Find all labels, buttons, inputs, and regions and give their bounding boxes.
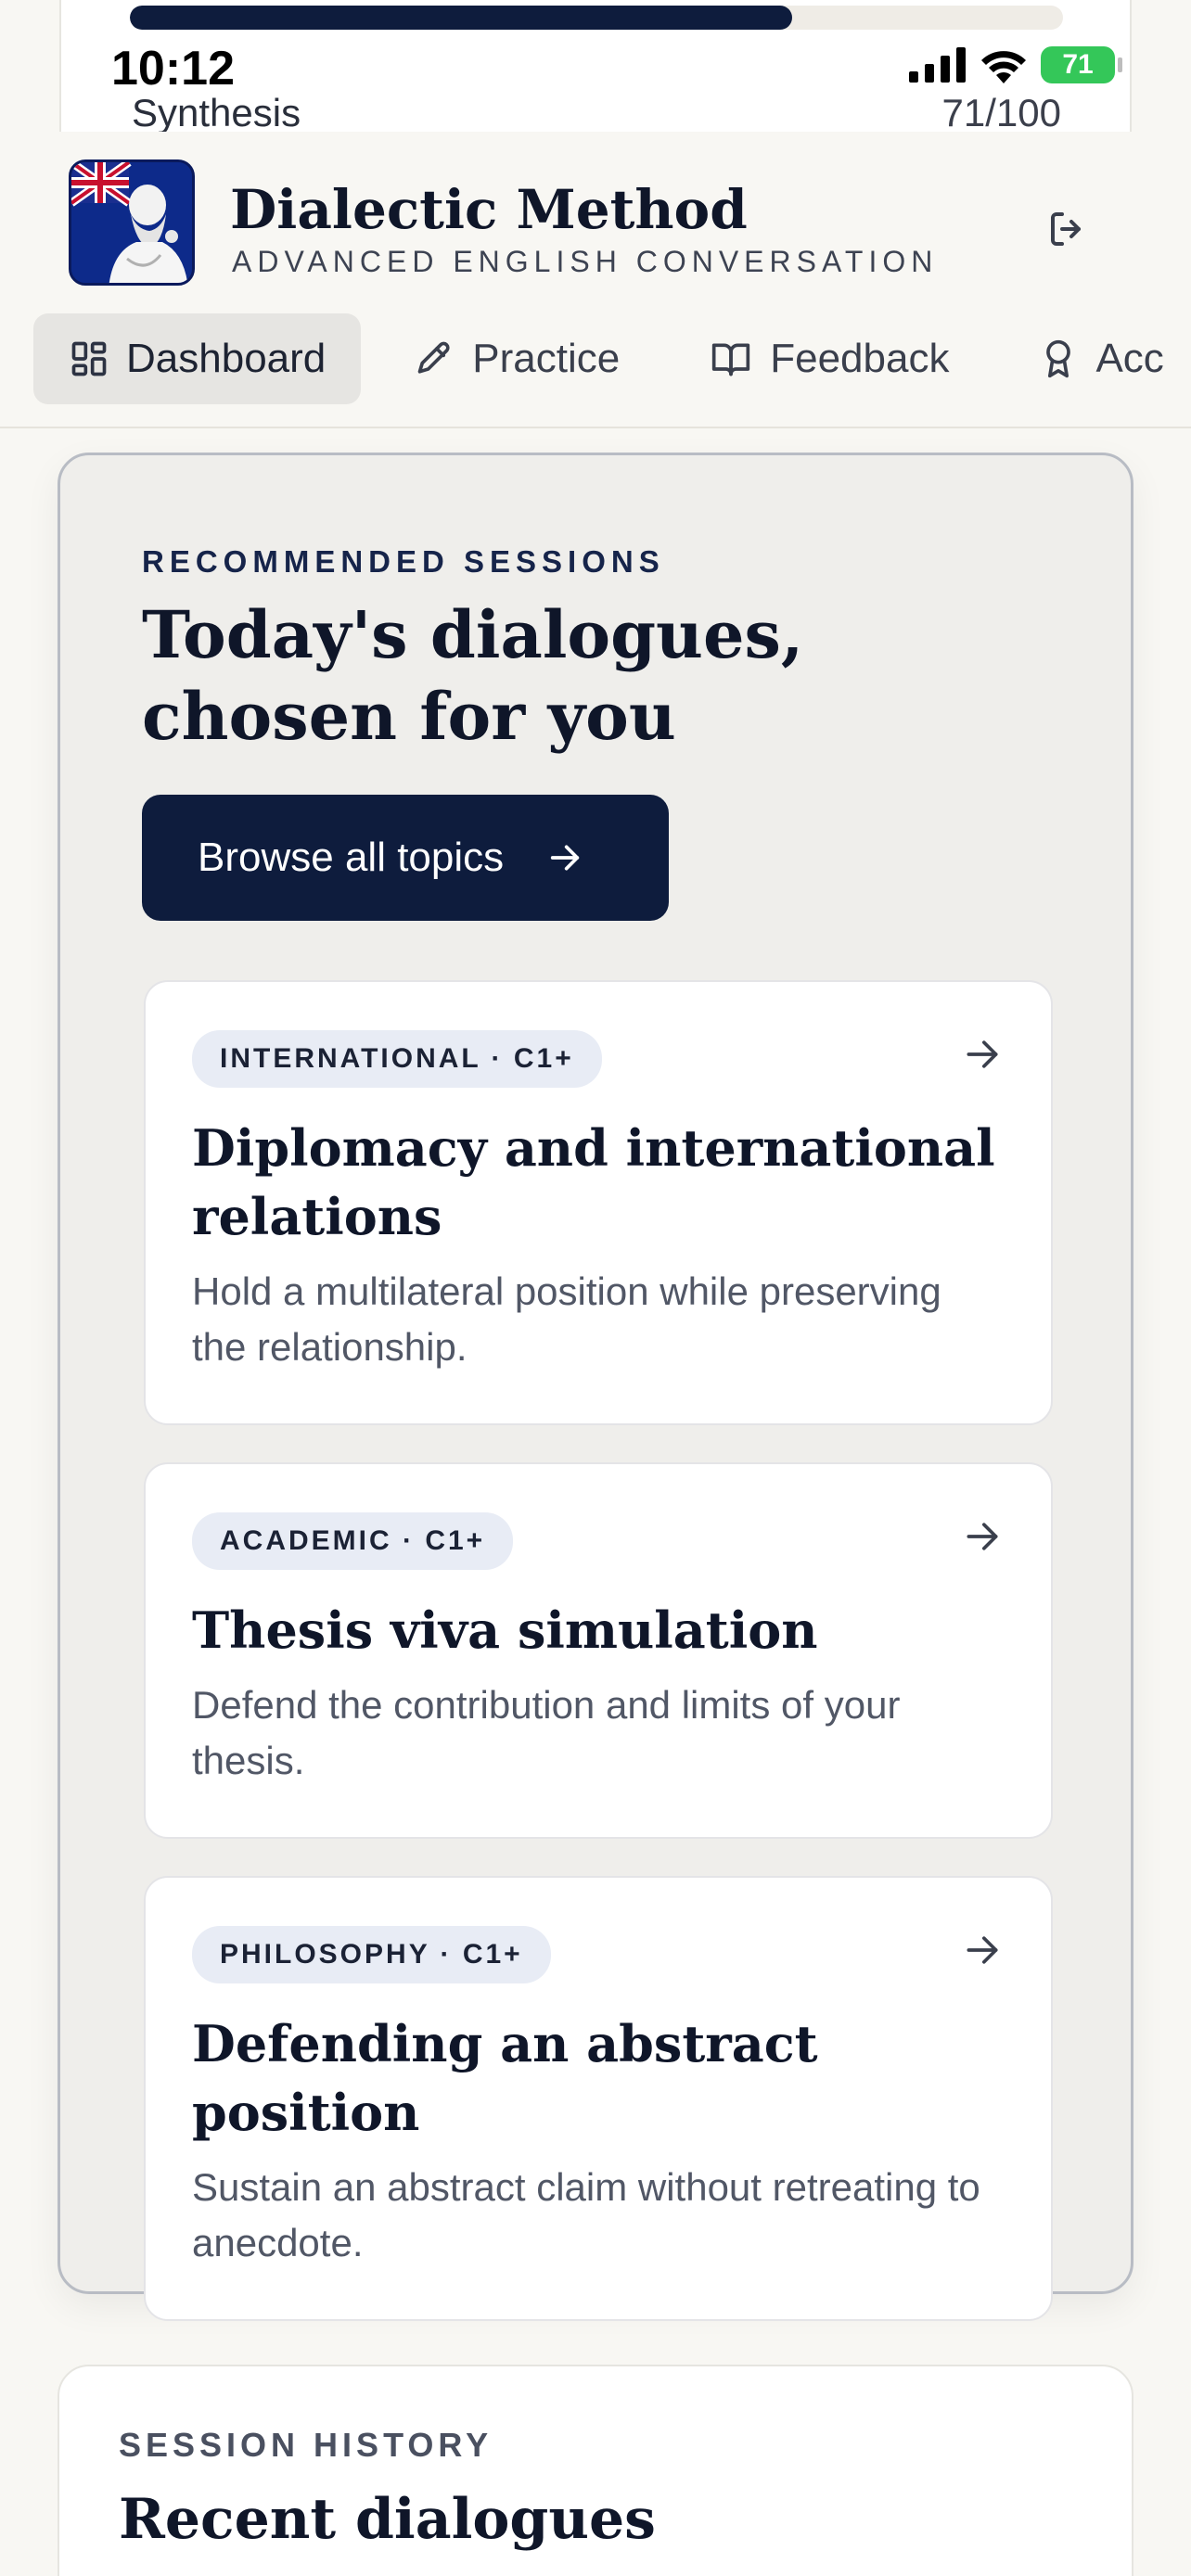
nav-tab-label: Dashboard [126,336,327,381]
nav-tab-label: Feedback [770,336,950,381]
progress-score: 71/100 [941,91,1061,134]
history-title: Recent dialogues [119,2487,656,2552]
session-tag: INTERNATIONAL · C1+ [192,1030,602,1088]
progress-bar-fill [130,6,793,30]
main-nav: Dashboard Practice Feedback Acc [33,313,1191,404]
arrow-right-icon [967,1040,998,1068]
browse-button-label: Browse all topics [198,835,505,880]
dashboard-icon [71,341,107,376]
session-description: Hold a multilateral position while prese… [192,1269,941,1369]
recommended-title: Today's dialogues, chosen for you [142,596,804,755]
philosopher-logo-icon [71,162,192,283]
session-tag: ACADEMIC · C1+ [192,1512,514,1570]
nav-tab-feedback[interactable]: Feedback [673,313,984,404]
nav-tab-dashboard[interactable]: Dashboard [33,313,362,404]
session-description: Sustain an abstract claim without retrea… [192,2165,980,2264]
session-title: Defending an abstract position [192,2014,818,2142]
app-header: Dialectic Method ADVANCED ENGLISH CONVER… [0,132,1191,428]
arrow-right-icon [550,845,580,871]
status-time: 10:12 [111,42,235,96]
history-eyebrow: SESSION HISTORY [119,2426,493,2464]
nav-tab-label: Acc [1095,336,1164,381]
session-card[interactable]: INTERNATIONAL · C1+ Diplomacy and intern… [144,980,1053,1425]
logout-icon [1051,212,1081,246]
recommended-eyebrow: RECOMMENDED SESSIONS [142,544,665,579]
session-title: Thesis viva simulation [192,1600,818,1660]
battery-icon: 71 [1041,46,1122,83]
wifi-icon [981,51,1026,83]
book-icon [712,343,750,376]
session-title: Diplomacy and international relations [192,1118,995,1246]
nav-tab-label: Practice [472,336,621,381]
app-subtitle: ADVANCED ENGLISH CONVERSATION [232,245,939,278]
logout-button[interactable] [1037,198,1098,260]
nav-tab-account[interactable]: Acc [1003,313,1191,404]
session-history-card: SESSION HISTORY Recent dialogues [58,2365,1133,2576]
app-title: Dialectic Method [230,178,748,241]
progress-bar [130,6,1063,30]
arrow-right-icon [967,1936,998,1964]
nav-tab-practice[interactable]: Practice [379,313,655,404]
progress-label: Synthesis [132,91,301,134]
session-card-list: INTERNATIONAL · C1+ Diplomacy and intern… [144,980,1053,2358]
battery-level: 71 [1062,49,1094,80]
signal-icon [909,47,966,83]
pen-icon [417,341,450,374]
award-icon [1046,339,1071,378]
app-logo [69,159,195,286]
recommended-sessions-panel: RECOMMENDED SESSIONS Today's dialogues, … [58,453,1133,2321]
status-icons: 71 [909,46,1122,83]
session-card[interactable]: ACADEMIC · C1+ Thesis viva simulation De… [144,1462,1053,1839]
session-tag: PHILOSOPHY · C1+ [192,1926,551,1983]
arrow-right-icon [967,1523,998,1550]
session-description: Defend the contribution and limits of yo… [192,1683,901,1782]
session-card[interactable]: PHILOSOPHY · C1+ Defending an abstract p… [144,1876,1053,2321]
browse-all-topics-button[interactable]: Browse all topics [142,795,669,921]
